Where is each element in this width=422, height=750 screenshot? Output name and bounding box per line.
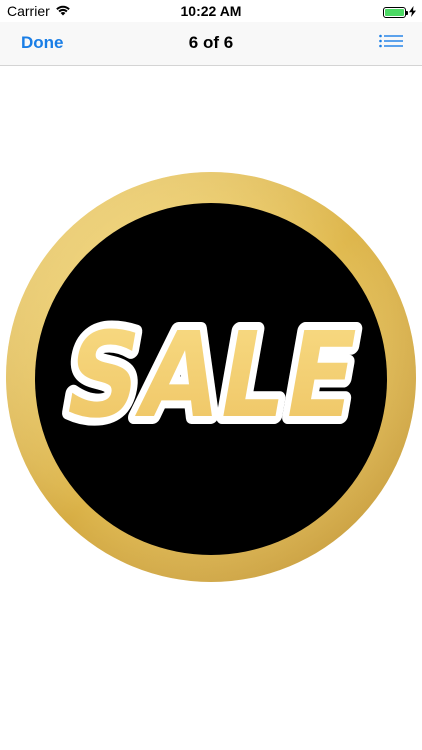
status-right (383, 4, 416, 20)
sale-text: SALE (55, 308, 369, 445)
content-area: SALE SALE (0, 66, 422, 750)
battery-cap (406, 10, 408, 15)
status-bar: Carrier 10:22 AM (0, 0, 422, 22)
charging-bolt-icon (409, 4, 416, 20)
battery-level (385, 8, 404, 16)
list-icon (379, 34, 403, 48)
sale-badge-image: SALE SALE (6, 172, 416, 582)
sale-text-group: SALE SALE (47, 300, 377, 453)
navigation-bar: Done 6 of 6 (0, 22, 422, 66)
battery-icon (383, 6, 408, 18)
status-time: 10:22 AM (180, 3, 242, 19)
list-button[interactable] (379, 34, 403, 52)
page-title: 6 of 6 (188, 33, 234, 52)
screen: Carrier 10:22 AM Done 6 of 6 SALE SALE (0, 0, 422, 750)
